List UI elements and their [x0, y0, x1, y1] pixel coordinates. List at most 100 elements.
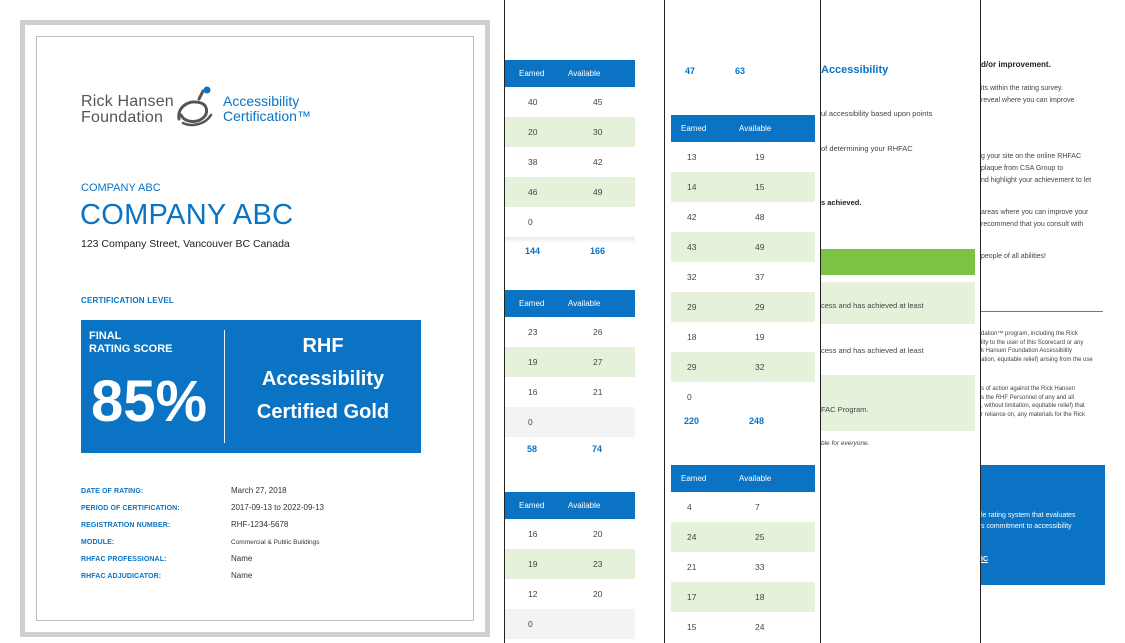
column-earned: Eamed — [681, 474, 707, 483]
detail-label: MODULE: — [81, 539, 115, 546]
available-cell: 7 — [755, 502, 760, 512]
available-total: 166 — [590, 246, 606, 256]
table-row: 46 49 — [505, 177, 635, 207]
detail-value: March 27, 2018 — [231, 486, 287, 495]
final-score-value: 85% — [91, 369, 208, 434]
legal-line: dation™ program, including the Rick — [981, 331, 1078, 337]
earned-cell: 43 — [687, 242, 697, 252]
earned-cell: 16 — [528, 529, 538, 539]
available-cell: 33 — [755, 562, 765, 572]
legal-text: dation™ program, including the Rick lity… — [981, 330, 1093, 364]
available-cell: 49 — [593, 187, 603, 197]
detail-row: DATE OF RATING: March 27, 2018 — [81, 485, 461, 502]
table-row: 29 29 — [671, 292, 815, 322]
table-header: Eamed Available — [505, 60, 635, 87]
scorecard-page-4: Accessibility ul accessibility based upo… — [820, 0, 980, 643]
logo-cert-line2: Certification™ — [223, 108, 311, 124]
scorecard-page-3: 47 63 Eamed Available 13 19 14 15 42 48 … — [664, 0, 820, 643]
body-text-bold: s achieved. — [821, 198, 862, 207]
earned-cell: 29 — [687, 362, 697, 372]
available-cell: 32 — [755, 362, 765, 372]
table-row: 21 33 — [671, 552, 815, 582]
logo-cert-line1: Accessibility — [223, 93, 300, 109]
award-line-2: Accessibility — [261, 368, 385, 390]
earned-cell: 0 — [528, 417, 533, 427]
earned-cell: 19 — [528, 559, 538, 569]
detail-row: PERIOD OF CERTIFICATION: 2017-09-13 to 2… — [81, 502, 461, 519]
level-text: cess and has achieved at least — [821, 301, 924, 310]
table-header: Eamed Available — [505, 492, 635, 519]
blue-box-text: s commitment to accessibility — [981, 523, 1072, 530]
detail-value: Commercial & Public Buildings — [231, 539, 320, 546]
earned-cell: 0 — [528, 619, 533, 629]
body-text: people of all abilities! — [981, 253, 1046, 260]
table-header: Eamed Available — [671, 115, 815, 142]
final-label-line1: FINAL — [89, 330, 122, 342]
column-available: Available — [568, 69, 601, 78]
earned-cell: 24 — [687, 532, 697, 542]
legal-line: , without limitation, equitable relief) … — [981, 403, 1085, 409]
legal-line: lity to the user of this Scorecard or an… — [981, 339, 1084, 346]
column-earned: Eamed — [519, 69, 545, 78]
available-cell: 30 — [593, 127, 603, 137]
earned-cell: 0 — [528, 217, 533, 227]
table-row: 38 42 — [505, 147, 635, 177]
earned-cell: 18 — [687, 332, 697, 342]
award-panel: RHF Accessibility Certified Gold — [225, 320, 421, 453]
company-name-small: COMPANY ABC — [81, 182, 161, 194]
body-text: ul accessibility based upon points — [821, 109, 933, 118]
earned-total: 47 — [685, 66, 696, 76]
table-row: 12 20 — [505, 579, 635, 609]
table-row: 17 18 — [671, 582, 815, 612]
available-cell: 20 — [593, 589, 603, 599]
column-earned: Eamed — [681, 124, 707, 133]
detail-label: REGISTRATION NUMBER: — [81, 522, 171, 529]
available-cell: 26 — [593, 327, 603, 337]
available-cell: 24 — [755, 622, 765, 632]
detail-value: 2017-09-13 to 2022-09-13 — [231, 503, 324, 512]
earned-cell: 13 — [687, 152, 697, 162]
detail-label: PERIOD OF CERTIFICATION: — [81, 505, 180, 512]
available-cell: 19 — [755, 332, 765, 342]
award-line-3: Certified Gold — [256, 401, 390, 423]
detail-row: RHFAC ADJUDICATOR: Name — [81, 570, 461, 587]
award-line-1: RHF — [302, 335, 344, 357]
column-available: Available — [568, 299, 601, 308]
column-earned: Eamed — [519, 299, 545, 308]
earned-cell: 0 — [687, 392, 692, 402]
table-header: Eamed Available — [505, 290, 635, 317]
rating-score-box: FINAL RATING SCORE 85% RHF Accessibility… — [81, 320, 421, 453]
blue-box-link[interactable]: IC — [981, 555, 988, 565]
available-cell: 42 — [593, 157, 603, 167]
available-cell: 49 — [755, 242, 765, 252]
table-row: 15 24 — [671, 612, 815, 642]
section-title: Accessibility — [821, 64, 889, 76]
scorecard-page-2: Eamed Available 40 45 20 30 38 42 46 49 … — [504, 0, 664, 643]
logo-foundation-text: Rick Hansen Foundation — [81, 94, 174, 126]
earned-cell: 14 — [687, 182, 697, 192]
earned-cell: 38 — [528, 157, 538, 167]
final-rating-label: FINAL RATING SCORE — [89, 330, 209, 356]
available-total: 63 — [735, 66, 746, 76]
earned-cell: 23 — [528, 327, 538, 337]
available-cell: 25 — [755, 532, 765, 542]
table-row: 19 23 — [505, 549, 635, 579]
earned-cell: 32 — [687, 272, 697, 282]
table-row: 16 21 — [505, 377, 635, 407]
earned-cell: 20 — [528, 127, 538, 137]
table-row: 29 32 — [671, 352, 815, 382]
detail-value: Name — [231, 554, 253, 563]
table-row: 13 19 — [671, 142, 815, 172]
final-label-line2: RATING SCORE — [89, 343, 173, 355]
table-row: 32 37 — [671, 262, 815, 292]
legal-line: s of action against the Rick Hansen — [981, 386, 1076, 392]
table-row: 0 — [505, 609, 635, 639]
available-cell: 20 — [593, 529, 603, 539]
column-available: Available — [739, 124, 772, 133]
legal-line: r reliance on, any materials for the Ric… — [981, 411, 1086, 418]
table-row: 24 25 — [671, 522, 815, 552]
table-total-row: 144 166 — [505, 240, 635, 264]
available-total: 248 — [749, 416, 765, 426]
cover-inner-border: Rick Hansen Foundation Accessibility Cer… — [36, 36, 474, 621]
table-header: Eamed Available — [671, 465, 815, 492]
